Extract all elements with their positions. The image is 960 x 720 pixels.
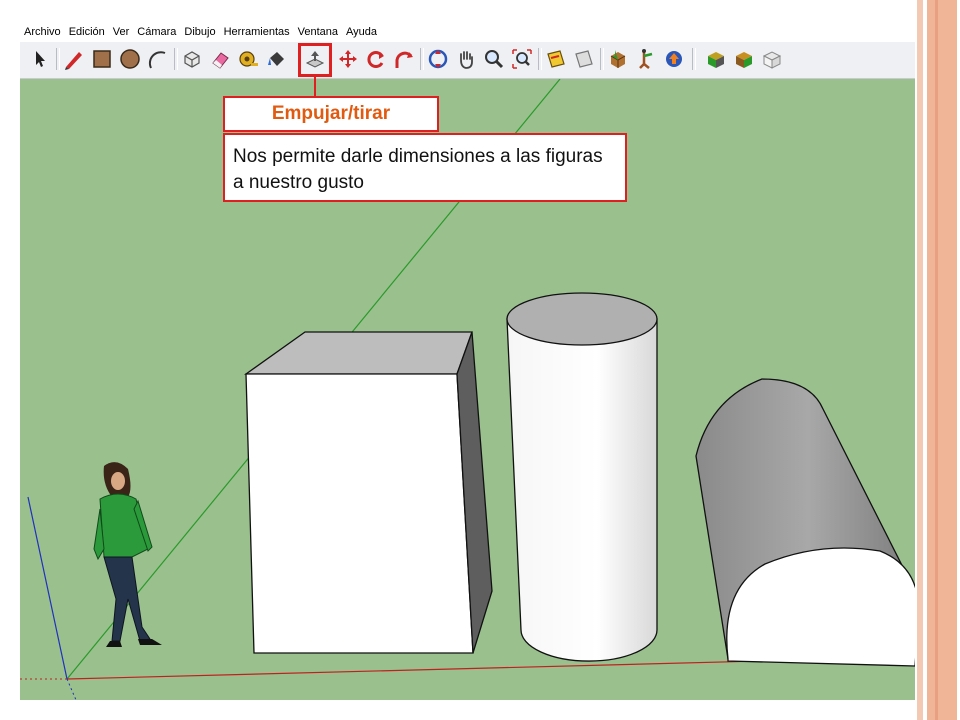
circle-tool-icon[interactable]	[118, 47, 142, 71]
callout-title: Empujar/tirar	[223, 96, 439, 132]
paint-bucket-tool-icon[interactable]	[264, 47, 288, 71]
blue-axis	[27, 496, 68, 680]
push-pull-highlight	[298, 43, 332, 77]
select-tool-icon[interactable]	[28, 47, 52, 71]
half-cylinder-3d-shape[interactable]	[695, 378, 915, 667]
arc-tool-icon[interactable]	[146, 47, 170, 71]
rotate-tool-icon[interactable]	[364, 47, 388, 71]
get-photo-texture-tool-icon[interactable]	[704, 47, 728, 71]
zoom-tool-icon[interactable]	[482, 47, 506, 71]
menu-edicion[interactable]: Edición	[65, 26, 109, 38]
menu-ver[interactable]: Ver	[109, 26, 134, 38]
section-plane-tool-icon[interactable]	[544, 47, 568, 71]
eraser-tool-icon[interactable]	[208, 47, 232, 71]
move-tool-icon[interactable]	[336, 47, 360, 71]
slide-right-border	[915, 0, 960, 720]
menu-camara[interactable]: Cámara	[133, 26, 180, 38]
share-model-tool-icon[interactable]	[662, 47, 686, 71]
box-3d-shape[interactable]	[243, 331, 493, 654]
follow-me-tool-icon[interactable]	[392, 47, 416, 71]
sketchup-window: Archivo Edición Ver Cámara Dibujo Herram…	[20, 22, 915, 700]
display-section-tool-icon[interactable]	[572, 47, 596, 71]
toolbar	[20, 42, 915, 79]
menu-bar: Archivo Edición Ver Cámara Dibujo Herram…	[20, 22, 915, 42]
menu-ventana[interactable]: Ventana	[294, 26, 342, 38]
get-models-tool-icon[interactable]	[606, 47, 630, 71]
menu-ayuda[interactable]: Ayuda	[342, 26, 381, 38]
menu-dibujo[interactable]: Dibujo	[180, 26, 219, 38]
toggle-terrain-tool-icon[interactable]	[760, 47, 784, 71]
pan-tool-icon[interactable]	[454, 47, 478, 71]
cylinder-3d-shape[interactable]	[506, 292, 658, 662]
orbit-tool-icon[interactable]	[426, 47, 450, 71]
woman-figure	[93, 462, 162, 647]
callout-connector	[314, 77, 316, 96]
tape-measure-tool-icon[interactable]	[236, 47, 260, 71]
walk-tool-icon[interactable]	[634, 47, 658, 71]
pencil-tool-icon[interactable]	[62, 47, 86, 71]
menu-archivo[interactable]: Archivo	[20, 26, 65, 38]
rectangle-tool-icon[interactable]	[90, 47, 114, 71]
make-component-tool-icon[interactable]	[180, 47, 204, 71]
menu-herramientas[interactable]: Herramientas	[220, 26, 294, 38]
add-location-tool-icon[interactable]	[732, 47, 756, 71]
slide-left-margin	[0, 0, 20, 720]
callout-description: Nos permite darle dimensiones a las figu…	[223, 133, 627, 202]
zoom-extents-tool-icon[interactable]	[510, 47, 534, 71]
